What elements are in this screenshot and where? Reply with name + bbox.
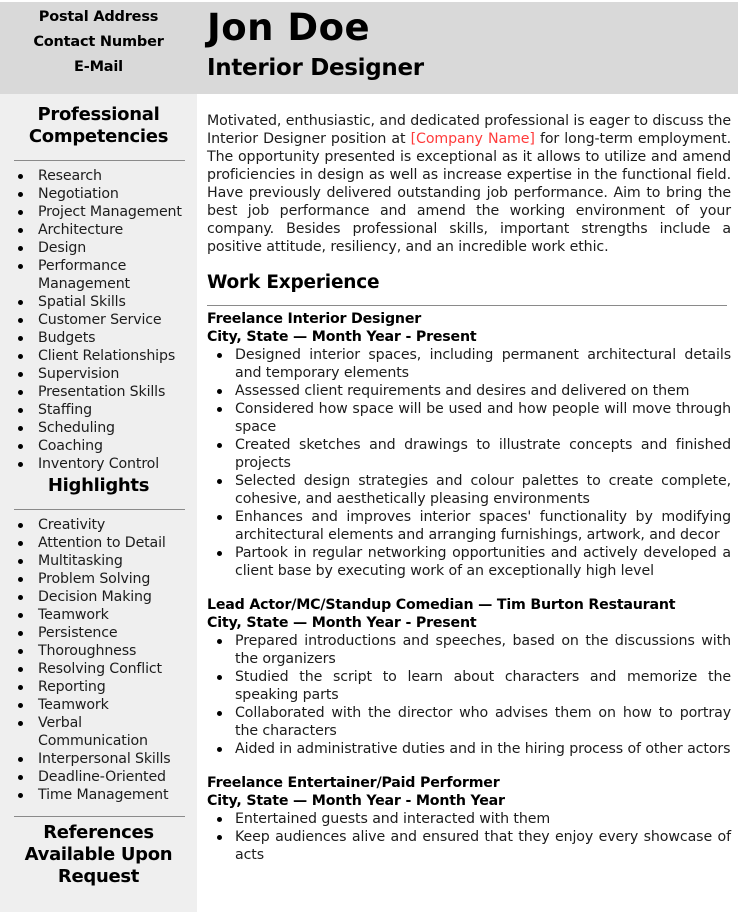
job-bullets: Prepared introductions and speeches, bas… [207, 632, 731, 758]
references-note: References Available Upon Request [0, 822, 197, 888]
highlight-item: Decision Making [0, 588, 197, 606]
job-bullet: Aided in administrative duties and in th… [207, 740, 731, 758]
job-title: Lead Actor/MC/Standup Comedian — Tim Bur… [207, 597, 676, 613]
competencies-heading-line: Competencies [28, 126, 169, 147]
competency-item: Research [0, 167, 197, 185]
highlight-item: Multitasking [0, 552, 197, 570]
competency-item: Design [0, 239, 197, 257]
summary-paragraph: Motivated, enthusiastic, and dedicated p… [207, 112, 731, 256]
competency-item: Performance Management [0, 257, 197, 293]
job-bullet: Designed interior spaces, including perm… [207, 346, 731, 382]
highlight-item: Reporting [0, 678, 197, 696]
competencies-list: Research Negotiation Project Management Arc… [0, 167, 197, 473]
highlight-item: Persistence [0, 624, 197, 642]
competency-item: Staffing [0, 401, 197, 419]
job-bullet: Keep audiences alive and ensured that th… [207, 828, 731, 864]
competency-item: Negotiation [0, 185, 197, 203]
divider [14, 509, 185, 510]
job-bullet: Prepared introductions and speeches, bas… [207, 632, 731, 668]
highlight-item: Thoroughness [0, 642, 197, 660]
competency-item: Budgets [0, 329, 197, 347]
job-bullet: Assessed client requirements and desires… [207, 382, 731, 400]
references-line: References [43, 822, 154, 843]
divider [14, 160, 185, 161]
job-location-dates: City, State — Month Year - Present [207, 615, 477, 631]
contact-block: Postal Address Contact Number E-Mail [0, 5, 197, 80]
highlights-list: Creativity Attention to Detail Multitaskin… [0, 516, 197, 804]
competency-item: Inventory Control [0, 455, 197, 473]
competency-item: Spatial Skills [0, 293, 197, 311]
competency-item: Architecture [0, 221, 197, 239]
competency-item: Coaching [0, 437, 197, 455]
job-bullet: Partook in regular networking opportunit… [207, 544, 731, 580]
job-title: Freelance Entertainer/Paid Performer [207, 775, 500, 791]
highlight-item: Teamwork [0, 696, 197, 714]
competency-item: Scheduling [0, 419, 197, 437]
job-entry: Freelance Entertainer/Paid Performer City… [207, 774, 731, 864]
job-title: Freelance Interior Designer [207, 311, 422, 327]
job-location-dates: City, State — Month Year - Present [207, 329, 477, 345]
postal-address: Postal Address [38, 9, 159, 25]
highlight-item: Problem Solving [0, 570, 197, 588]
job-bullet: Considered how space will be used and ho… [207, 400, 731, 436]
main-content: Motivated, enthusiastic, and dedicated p… [207, 94, 731, 864]
job-bullet: Collaborated with the director who advis… [207, 704, 731, 740]
highlight-item: Interpersonal Skills [0, 750, 197, 768]
job-bullets: Designed interior spaces, including perm… [207, 346, 731, 580]
divider [207, 305, 727, 306]
highlight-item: Creativity [0, 516, 197, 534]
divider [14, 816, 185, 817]
work-experience-heading: Work Experience [207, 272, 380, 293]
job-bullet: Entertained guests and interacted with t… [207, 810, 731, 828]
competency-item: Project Management [0, 203, 197, 221]
job-bullets: Entertained guests and interacted with t… [207, 810, 731, 864]
highlight-item: Teamwork [0, 606, 197, 624]
contact-number: Contact Number [33, 34, 164, 50]
candidate-name: Jon Doe [207, 6, 371, 49]
job-bullet: Studied the script to learn about charac… [207, 668, 731, 704]
sidebar: Professional Competencies Research Negoti… [0, 94, 197, 912]
highlight-item: Resolving Conflict [0, 660, 197, 678]
highlight-item: Verbal Communication [0, 714, 197, 750]
competency-item: Presentation Skills [0, 383, 197, 401]
competency-item: Customer Service [0, 311, 197, 329]
competency-item: Supervision [0, 365, 197, 383]
job-bullet: Created sketches and drawings to illustr… [207, 436, 731, 472]
competency-item: Client Relationships [0, 347, 197, 365]
highlight-item: Deadline-Oriented [0, 768, 197, 786]
candidate-role: Interior Designer [207, 55, 424, 81]
references-line: Available Upon [24, 844, 173, 865]
job-entry: Freelance Interior Designer City, State —… [207, 310, 731, 580]
job-bullet: Enhances and improves interior spaces' f… [207, 508, 731, 544]
job-entry: Lead Actor/MC/Standup Comedian — Tim Bur… [207, 596, 731, 758]
competencies-heading: Professional Competencies [0, 104, 197, 148]
competencies-heading-line: Professional [37, 104, 160, 125]
jobs-list: Freelance Interior Designer City, State —… [207, 310, 731, 864]
references-line: Request [57, 866, 140, 887]
job-bullet: Selected design strategies and colour pa… [207, 472, 731, 508]
job-location-dates: City, State — Month Year - Month Year [207, 793, 505, 809]
summary-text: for long-term employment. The opportunit… [207, 131, 732, 255]
highlights-heading: Highlights [47, 475, 150, 496]
highlight-item: Attention to Detail [0, 534, 197, 552]
email: E-Mail [74, 59, 123, 75]
company-name-placeholder: [Company Name] [410, 131, 535, 147]
highlight-item: Time Management [0, 786, 197, 804]
